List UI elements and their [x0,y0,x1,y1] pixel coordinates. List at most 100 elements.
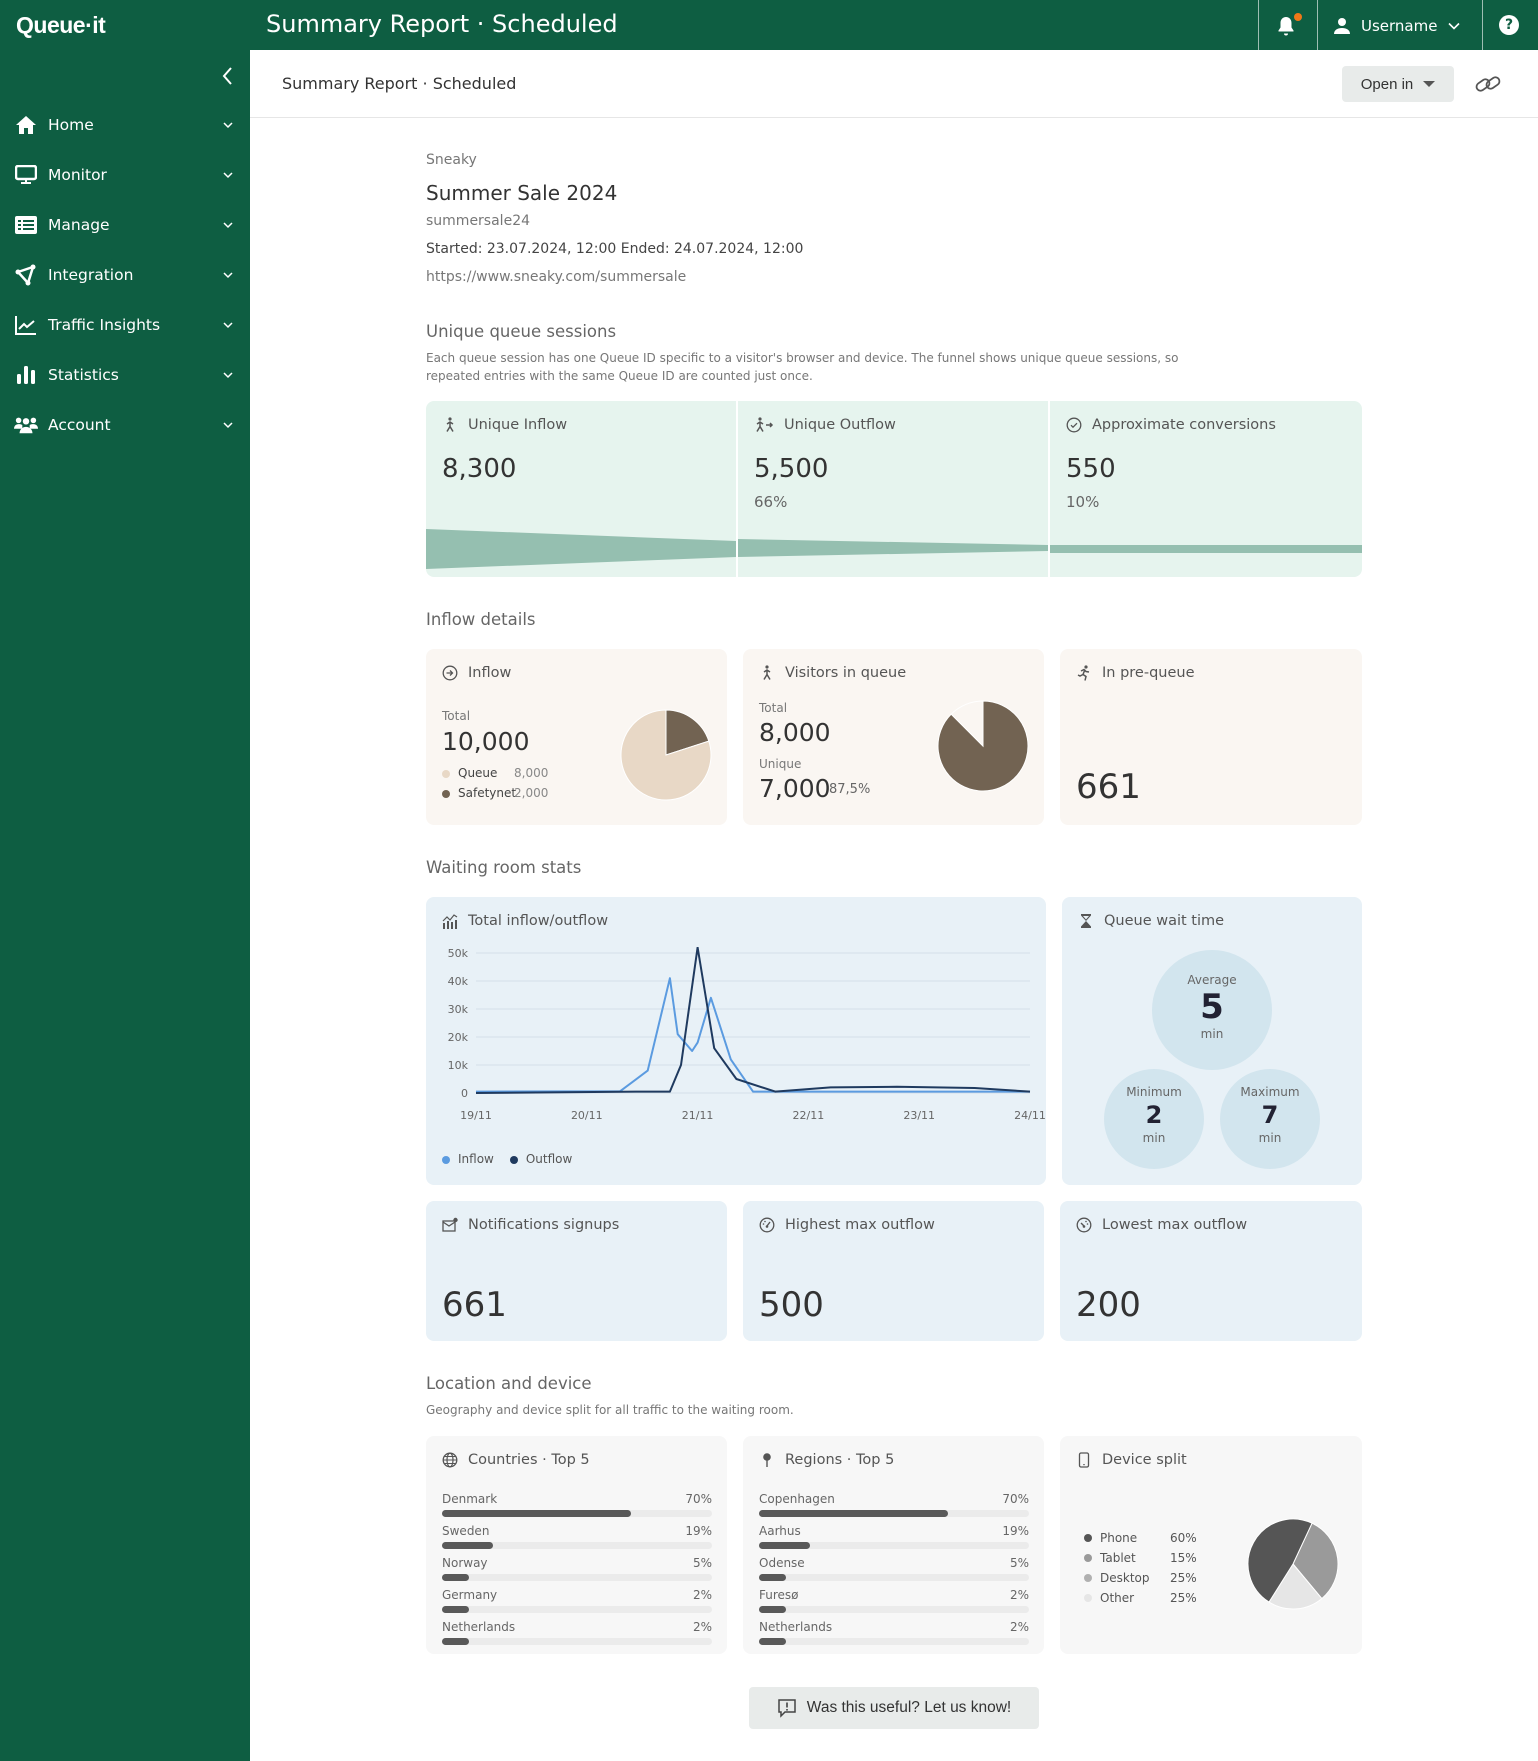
stage-title: Unique Outflow [754,417,896,433]
lowest-max-outflow-value: 200 [1076,1285,1141,1325]
open-in-button[interactable]: Open in [1342,66,1454,102]
username: Username [1361,17,1438,35]
stage-title: Unique Inflow [442,417,567,433]
sidebar-item-monitor[interactable]: Monitor [0,150,250,200]
chevron-down-icon [223,322,233,329]
legend-dot [442,789,450,798]
bar-label: Aarhus [759,1524,801,1538]
legend-item-safetynet: Safetynet2,000 [442,786,548,800]
bar-track [759,1542,1029,1549]
card-title-label: In pre-queue [1102,665,1195,681]
section-description: Geography and device split for all traff… [426,1403,794,1417]
visitors-total: 8,000 [759,718,831,747]
legend-label: Inflow [458,1152,494,1166]
conversions-pct: 10% [1066,493,1100,511]
inflow-total: 10,000 [442,727,530,756]
event-dates: Started: 23.07.2024, 12:00 Ended: 24.07.… [426,241,804,257]
chart-legend: Inflow Outflow [442,1152,572,1166]
bar-row: Odense 5% [759,1556,1029,1588]
bar-track [759,1510,1029,1517]
sidebar-item-statistics[interactable]: Statistics [0,350,250,400]
bar-label: Sweden [442,1524,490,1538]
highest-max-outflow-card: Highest max outflow 500 [743,1201,1044,1341]
section-description: Each queue session has one Queue ID spec… [426,351,1179,383]
card-title: Notifications signups [442,1217,619,1233]
mail-notification-icon [442,1217,458,1232]
minimum-label: Minimum [1126,1085,1182,1099]
chevron-down-icon [223,172,233,179]
bar-track [442,1574,712,1581]
bar-pct: 19% [1002,1524,1029,1538]
bar-fill [759,1606,786,1613]
card-title: Queue wait time [1078,913,1224,929]
event-url[interactable]: https://www.sneaky.com/summersale [426,269,686,285]
caret-down-icon [1423,81,1436,87]
sidebar-item-manage[interactable]: Manage [0,200,250,250]
card-title-label: Visitors in queue [785,665,907,681]
bar-row: Denmark 70% [442,1492,712,1524]
notifications-card: Notifications signups 661 [426,1201,727,1341]
sidebar-item-integration[interactable]: Integration [0,250,250,300]
x-tick-label: 23/11 [903,1109,935,1122]
line-chart-icon [15,316,36,335]
average-value: 5 [1200,987,1224,1027]
link-icon[interactable] [1474,72,1502,96]
notifications-value: 661 [442,1285,507,1325]
card-title-label: Queue wait time [1104,913,1225,929]
section-title-waiting-room: Waiting room stats [426,858,582,877]
sidebar-item-label: Account [48,416,111,434]
stage-label: Unique Inflow [468,417,568,433]
maximum-value: 7 [1261,1101,1279,1129]
sidebar-item-account[interactable]: Account [0,400,250,450]
funnel-card: Unique Inflow 8,300 Unique Outflow 5,500… [426,401,1362,577]
minimum-value: 2 [1145,1101,1163,1129]
walking-person-icon [763,665,771,680]
card-title: Lowest max outflow [1076,1217,1247,1233]
help-icon[interactable]: ? [1499,15,1519,35]
legend-item-queue: Queue 8,000 [442,766,548,780]
bar-pct: 70% [1002,1492,1029,1506]
bar-track [759,1638,1029,1645]
queue-it-logo[interactable]: Queue·it [16,12,106,39]
card-title-label: Highest max outflow [785,1217,935,1233]
running-person-icon [1077,665,1090,681]
bar-pct: 5% [692,1556,712,1570]
legend-item-other: Other 25% [1084,1588,1197,1608]
bar-fill [442,1606,469,1613]
legend-item-desktop: Desktop 25% [1084,1568,1197,1588]
card-title: Regions · Top 5 [759,1452,894,1468]
sidebar-item-home[interactable]: Home [0,100,250,150]
stage-title: Approximate conversions [1066,417,1276,433]
x-tick-label: 24/11 [1014,1109,1046,1122]
funnel-segment-outflow [738,539,1048,557]
user-menu[interactable]: Username [1333,14,1461,38]
card-title-label: Inflow [468,665,512,681]
sidebar-item-traffic-insights[interactable]: Traffic Insights [0,300,250,350]
feedback-button[interactable]: Was this useful? Let us know! [749,1687,1039,1729]
bar-track [759,1574,1029,1581]
legend-label: Other [1100,1591,1135,1605]
map-pin-icon [763,1453,771,1467]
bar-pct: 2% [1009,1588,1029,1602]
section-title-inflow-details: Inflow details [426,610,536,629]
unique-label: Unique [759,757,802,771]
card-title-label: Notifications signups [468,1217,620,1233]
x-tick-label: 20/11 [571,1109,603,1122]
user-icon [1334,18,1350,34]
section-title-location: Location and device [426,1374,592,1393]
y-tick-label: 20k [448,1031,469,1044]
x-tick-label: 22/11 [793,1109,825,1122]
x-tick-label: 19/11 [460,1109,492,1122]
legend-dot [442,769,450,778]
chevron-down-icon [223,372,233,379]
bar-label: Netherlands [442,1620,516,1634]
maximum-label: Maximum [1240,1085,1300,1099]
collapse-sidebar-icon[interactable] [220,64,236,88]
bar-fill [442,1542,494,1549]
bar-pct: 19% [685,1524,712,1538]
legend-label: Desktop [1100,1571,1150,1585]
bar-chart-icon [17,366,35,384]
regions-card: Regions · Top 5 Copenhagen 70% Aarhus 19% Od… [743,1436,1044,1654]
pre-queue-card: In pre-queue 661 [1060,649,1362,825]
bar-fill [759,1510,948,1517]
